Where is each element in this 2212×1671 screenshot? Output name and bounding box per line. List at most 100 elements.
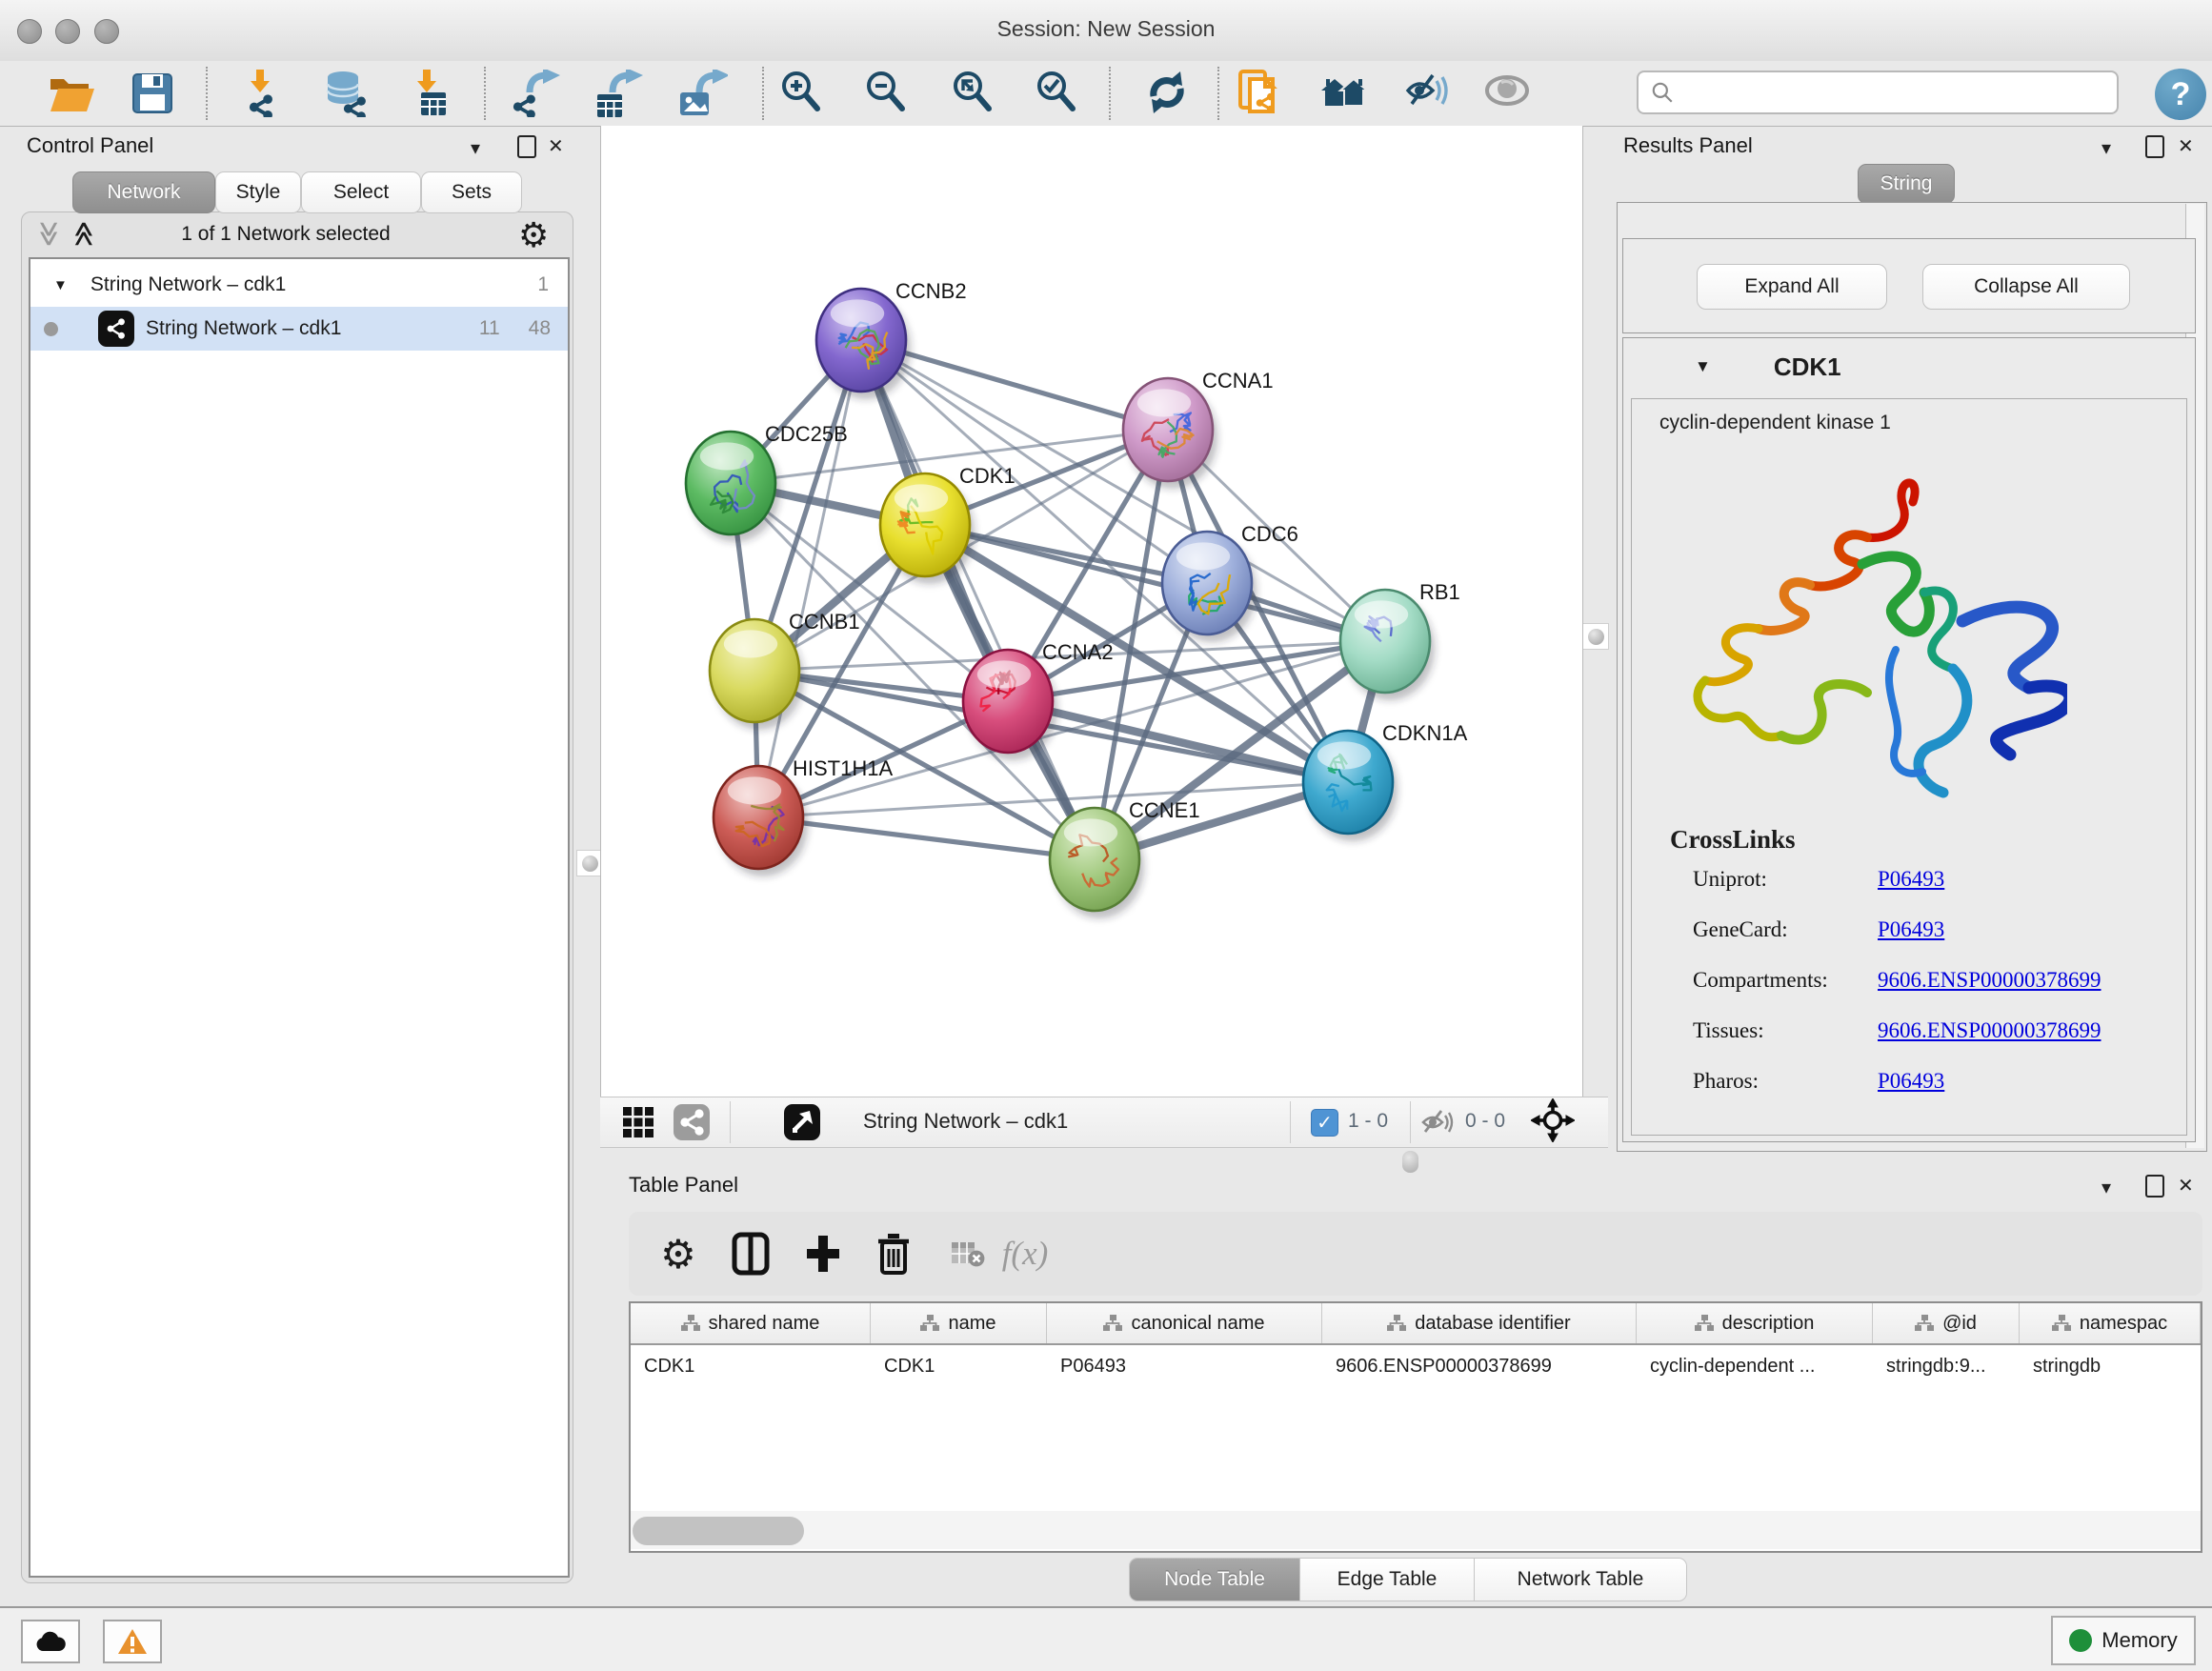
network-node-CDK1[interactable] — [880, 473, 975, 584]
table-cell[interactable]: CDK1 — [631, 1345, 871, 1387]
import-network-icon[interactable] — [234, 65, 292, 122]
right-splitter-handle[interactable] — [1582, 623, 1609, 650]
function-builder-icon[interactable]: f(x) — [998, 1229, 1052, 1278]
network-edge[interactable] — [925, 525, 1385, 641]
search-input[interactable] — [1675, 81, 2079, 105]
import-table-icon[interactable] — [403, 65, 460, 122]
column-header-canonical-name[interactable]: canonical name — [1047, 1303, 1322, 1343]
open-session-icon[interactable] — [42, 65, 99, 122]
table-panel-close-icon[interactable]: ✕ — [2178, 1177, 2194, 1196]
table-cell[interactable]: stringdb — [2020, 1345, 2201, 1387]
table-panel-menu-icon[interactable]: ▾ — [2101, 1178, 2111, 1198]
table-panel-float-icon[interactable] — [2145, 1175, 2164, 1198]
string-network-graph[interactable]: CCNB2CCNA1CDC25BCDK1CDC6RB1CCNB1CCNA2CDK… — [601, 126, 1582, 1097]
table-cell[interactable]: CDK1 — [871, 1345, 1047, 1387]
tab-select[interactable]: Select — [301, 171, 421, 213]
table-scrollbar-thumb[interactable] — [633, 1517, 804, 1545]
zoom-selected-icon[interactable] — [1031, 65, 1088, 122]
tab-style[interactable]: Style — [215, 171, 301, 213]
table-cell[interactable]: P06493 — [1047, 1345, 1322, 1387]
network-node-CCNA1[interactable] — [1123, 378, 1217, 489]
network-row-selected[interactable]: String Network – cdk1 11 48 — [30, 307, 568, 351]
tree-expand-icon[interactable]: ▼ — [53, 277, 68, 293]
string-enrichment-icon[interactable] — [1234, 65, 1291, 122]
import-network-from-database-icon[interactable] — [319, 65, 376, 122]
network-options-gear-icon[interactable]: ⚙ — [518, 215, 549, 255]
network-node-CCNA2[interactable] — [963, 650, 1057, 760]
birds-eye-view-icon[interactable] — [610, 1094, 667, 1151]
network-collection-row[interactable]: ▼ String Network – cdk1 1 — [30, 263, 568, 307]
network-edge[interactable] — [758, 817, 1095, 859]
network-node-CCNE1[interactable] — [1050, 808, 1144, 918]
zoom-in-icon[interactable] — [775, 65, 833, 122]
network-node-RB1[interactable] — [1340, 590, 1435, 700]
network-edge[interactable] — [758, 340, 861, 817]
string-view-icon[interactable] — [663, 1094, 720, 1151]
crosslink-value-link[interactable]: 9606.ENSP00000378699 — [1878, 968, 2101, 1008]
tab-string-results[interactable]: String — [1858, 164, 1955, 204]
collapse-all-button[interactable]: Collapse All — [1922, 264, 2130, 310]
collapse-all-icon[interactable]: ≫ — [34, 221, 64, 247]
crosslink-value-link[interactable]: P06493 — [1878, 867, 1944, 907]
column-header-description[interactable]: description — [1637, 1303, 1873, 1343]
column-header-namespac[interactable]: namespac — [2020, 1303, 2201, 1343]
control-panel-float-icon[interactable] — [517, 135, 536, 158]
zoom-out-icon[interactable] — [860, 65, 917, 122]
tab-sets[interactable]: Sets — [421, 171, 522, 213]
network-node-HIST1H1A[interactable] — [714, 766, 808, 876]
memory-button[interactable]: Memory — [2051, 1616, 2196, 1665]
network-node-CDKN1A[interactable] — [1303, 731, 1398, 841]
network-node-CDC25B[interactable] — [686, 432, 780, 542]
show-hide-enrichment-icon[interactable] — [1401, 65, 1458, 122]
crosslink-value-link[interactable]: P06493 — [1878, 917, 1944, 957]
table-row[interactable]: CDK1CDK1P064939606.ENSP00000378699cyclin… — [631, 1345, 2201, 1387]
refresh-icon[interactable] — [1141, 65, 1198, 122]
results-panel-menu-icon[interactable]: ▾ — [2101, 139, 2111, 158]
zoom-fit-icon[interactable] — [947, 65, 1004, 122]
show-graphics-details-icon[interactable] — [1481, 65, 1538, 122]
help-button[interactable]: ? — [2155, 69, 2206, 120]
expand-all-icon[interactable]: ≫ — [69, 221, 98, 247]
column-header-database-identifier[interactable]: database identifier — [1322, 1303, 1637, 1343]
delete-table-icon[interactable] — [941, 1229, 995, 1278]
results-panel-float-icon[interactable] — [2145, 135, 2164, 158]
selected-checkbox[interactable]: ✓ — [1311, 1109, 1338, 1137]
tab-network-table[interactable]: Network Table — [1475, 1559, 1686, 1601]
delete-column-trash-icon[interactable] — [867, 1229, 920, 1278]
table-horizontal-scrollbar[interactable] — [631, 1511, 2201, 1549]
fit-content-crosshair-icon[interactable] — [1524, 1092, 1581, 1149]
control-panel-close-icon[interactable]: ✕ — [548, 137, 564, 156]
tab-network[interactable]: Network — [72, 171, 215, 213]
left-splitter-handle[interactable] — [576, 850, 603, 876]
network-canvas[interactable]: CCNB2CCNA1CDC25BCDK1CDC6RB1CCNB1CCNA2CDK… — [600, 126, 1583, 1097]
export-table-icon[interactable] — [589, 65, 646, 122]
hidden-eye-icon[interactable] — [1416, 1094, 1459, 1151]
results-panel-close-icon[interactable]: ✕ — [2178, 137, 2194, 156]
tab-edge-table[interactable]: Edge Table — [1300, 1559, 1475, 1601]
table-settings-gear-icon[interactable]: ⚙ — [652, 1229, 705, 1278]
add-column-icon[interactable] — [796, 1229, 850, 1278]
control-panel-menu-icon[interactable]: ▾ — [471, 139, 480, 158]
export-image-icon[interactable] — [674, 65, 731, 122]
cloud-status-button[interactable] — [21, 1620, 80, 1663]
warnings-button[interactable] — [103, 1620, 162, 1663]
column-header--id[interactable]: @id — [1873, 1303, 2020, 1343]
network-edge[interactable] — [861, 340, 1095, 859]
export-network-icon[interactable] — [508, 65, 565, 122]
crosslink-value-link[interactable]: P06493 — [1878, 1069, 1944, 1109]
tab-node-table[interactable]: Node Table — [1130, 1559, 1300, 1601]
save-session-icon[interactable] — [125, 65, 182, 122]
network-node-CCNB2[interactable] — [816, 289, 911, 399]
expand-all-button[interactable]: Expand All — [1697, 264, 1887, 310]
column-header-name[interactable]: name — [871, 1303, 1047, 1343]
home-networks-icon[interactable] — [1317, 65, 1374, 122]
search-field[interactable] — [1637, 70, 2119, 114]
open-in-new-window-icon[interactable] — [774, 1094, 831, 1151]
table-cell[interactable]: 9606.ENSP00000378699 — [1322, 1345, 1637, 1387]
crosslink-value-link[interactable]: 9606.ENSP00000378699 — [1878, 1018, 2101, 1058]
table-cell[interactable]: cyclin-dependent ... — [1637, 1345, 1873, 1387]
horizontal-splitter-handle[interactable] — [1402, 1151, 1418, 1173]
gene-section-header[interactable]: ▼ CDK1 — [1622, 341, 2194, 393]
show-columns-icon[interactable] — [724, 1229, 777, 1278]
section-collapse-icon[interactable]: ▼ — [1695, 357, 1711, 376]
